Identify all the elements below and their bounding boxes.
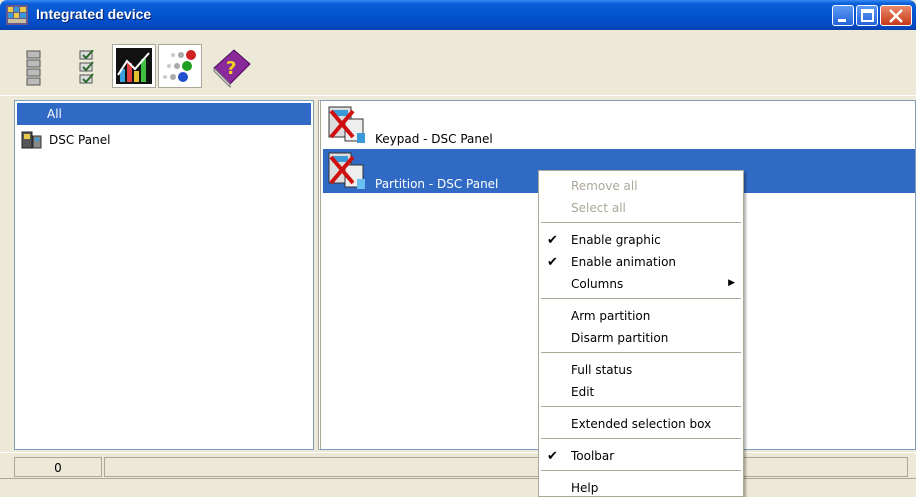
menu-separator: [541, 438, 741, 439]
menu-item-label: Select all: [571, 201, 626, 215]
moving-balls-icon: [163, 50, 196, 82]
tree-item-all[interactable]: All: [17, 103, 311, 125]
checklist-icon[interactable]: [76, 50, 102, 86]
bottom-strip: [0, 478, 916, 497]
menu-item-label: Enable animation: [571, 255, 677, 269]
window-title: Integrated device: [36, 6, 152, 22]
tree-item-label: DSC Panel: [49, 133, 111, 147]
menu-item-label: Full status: [571, 363, 633, 377]
partition-disabled-icon: [328, 152, 365, 189]
tree-item-label: All: [47, 107, 62, 121]
svg-text:?: ?: [226, 58, 236, 79]
menu-extended-selection-box[interactable]: Extended selection box: [539, 413, 743, 435]
menu-arm-partition[interactable]: Arm partition: [539, 305, 743, 327]
integrated-device-window: Integrated device ? All DSC Panel Keypad…: [0, 0, 916, 497]
context-menu: Remove all Select all ✔ Enable graphic ✔ E…: [538, 170, 744, 497]
menu-separator: [541, 470, 741, 471]
minimize-icon: [838, 19, 846, 22]
menu-separator: [541, 406, 741, 407]
menu-enable-animation[interactable]: ✔ Enable animation: [539, 251, 743, 273]
checkmark-icon: ✔: [547, 449, 558, 464]
maximize-button[interactable]: [856, 5, 878, 26]
maximize-icon: [861, 9, 874, 22]
menu-separator: [541, 222, 741, 223]
menu-separator: [541, 298, 741, 299]
tree-item-dsc-panel[interactable]: DSC Panel: [19, 130, 110, 150]
device-list-icon[interactable]: [24, 50, 44, 86]
graphic-button[interactable]: [112, 44, 156, 88]
menu-disarm-partition[interactable]: Disarm partition: [539, 327, 743, 349]
menu-item-label: Toolbar: [571, 449, 615, 463]
menu-select-all[interactable]: Select all: [539, 197, 743, 219]
menu-separator: [541, 352, 741, 353]
help-book-icon[interactable]: ?: [210, 46, 254, 88]
menu-enable-graphic[interactable]: ✔ Enable graphic: [539, 229, 743, 251]
title-bar[interactable]: Integrated device: [0, 0, 916, 30]
menu-item-label: Remove all: [571, 179, 638, 193]
menu-remove-all[interactable]: Remove all: [539, 175, 743, 197]
menu-item-label: Columns: [571, 277, 624, 291]
menu-edit[interactable]: Edit: [539, 381, 743, 403]
app-icon: [6, 5, 28, 25]
checkmark-icon: ✔: [547, 255, 558, 270]
close-button[interactable]: [880, 5, 912, 26]
menu-columns[interactable]: Columns ▶: [539, 273, 743, 295]
menu-help[interactable]: Help: [539, 477, 743, 497]
checkmark-icon: ✔: [547, 233, 558, 248]
close-icon: [889, 9, 903, 23]
device-tree[interactable]: All DSC Panel: [14, 100, 314, 450]
status-bar: 0: [0, 452, 916, 478]
status-count: 0: [14, 457, 102, 477]
submenu-arrow-icon: ▶: [728, 278, 735, 288]
panel-icon: [21, 131, 42, 149]
list-item[interactable]: Keypad - DSC Panel: [323, 103, 573, 149]
minimize-button[interactable]: [832, 5, 854, 26]
menu-item-label: Enable graphic: [571, 233, 661, 247]
animation-button[interactable]: [158, 44, 202, 88]
list-item-label: Partition - DSC Panel: [375, 177, 499, 191]
menu-item-label: Extended selection box: [571, 417, 712, 431]
list-item-label: Keypad - DSC Panel: [375, 132, 493, 146]
menu-item-label: Help: [571, 481, 599, 495]
menu-item-label: Disarm partition: [571, 331, 669, 345]
chart-icon: [116, 48, 152, 84]
menu-full-status[interactable]: Full status: [539, 359, 743, 381]
menu-toolbar[interactable]: ✔ Toolbar: [539, 445, 743, 467]
menu-item-label: Arm partition: [571, 309, 651, 323]
status-panel: [104, 457, 908, 477]
menu-item-label: Edit: [571, 385, 595, 399]
keypad-disabled-icon: [328, 106, 365, 143]
